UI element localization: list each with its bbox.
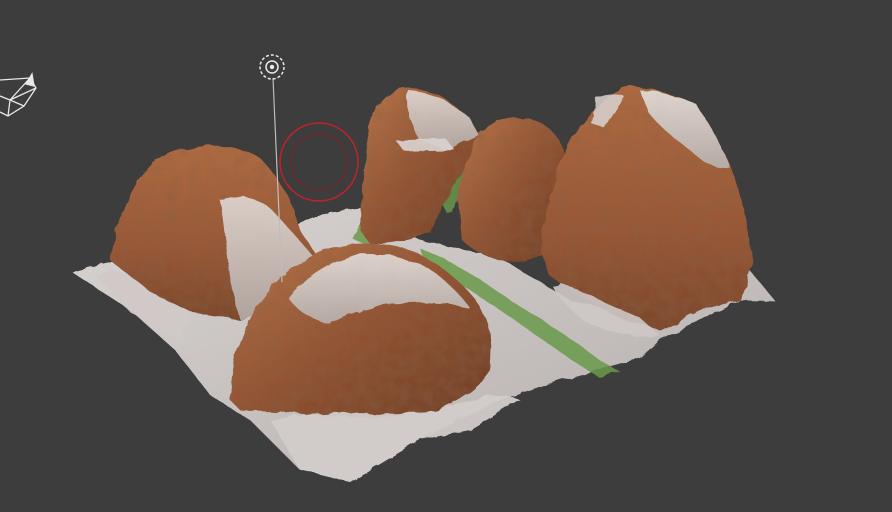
viewport-canvas — [0, 54, 776, 482]
terrain-mesh[interactable] — [72, 86, 776, 482]
origin-circle-gizmo[interactable] — [279, 122, 359, 202]
origin-inner-circle — [290, 133, 348, 191]
camera-up-triangle — [24, 72, 35, 87]
light-center-dot — [269, 64, 275, 70]
3d-viewport[interactable] — [0, 0, 892, 512]
camera-gizmo[interactable] — [0, 72, 37, 117]
origin-outer-circle — [279, 122, 359, 202]
mountain-back-middle-ledge — [395, 138, 455, 152]
